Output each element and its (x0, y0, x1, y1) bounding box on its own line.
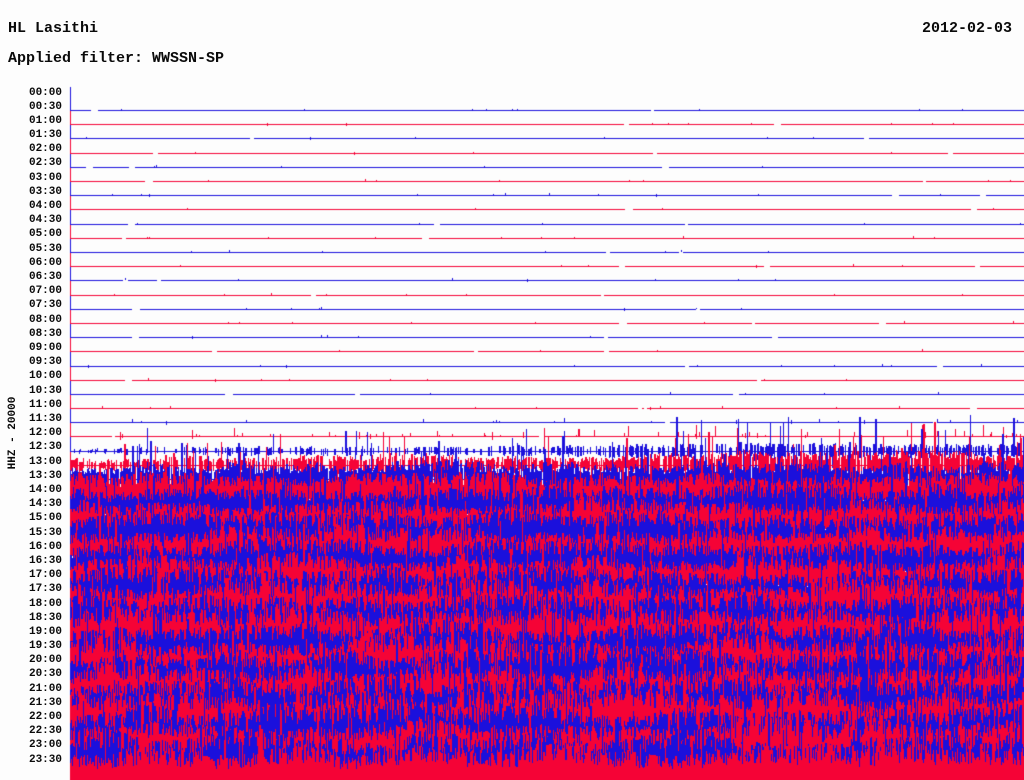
time-label: 16:00 (28, 540, 62, 553)
station-title: HL Lasithi (8, 20, 99, 37)
time-label: 13:00 (28, 455, 62, 468)
time-label: 01:00 (28, 114, 62, 127)
time-label: 15:00 (28, 512, 62, 525)
time-label: 14:00 (28, 483, 62, 496)
time-label: 03:00 (28, 171, 62, 184)
time-label: 23:30 (28, 753, 62, 766)
time-label: 01:30 (28, 129, 62, 142)
time-label: 17:30 (28, 583, 62, 596)
time-label: 09:00 (28, 342, 62, 354)
time-label: 09:30 (28, 356, 62, 369)
filter-label: Applied filter: WWSSN-SP (8, 50, 225, 67)
time-label: 19:30 (28, 640, 62, 653)
time-label: 02:30 (28, 157, 62, 170)
time-label: 08:00 (28, 313, 62, 326)
time-label: 17:00 (28, 569, 62, 582)
time-label: 20:00 (28, 654, 62, 667)
time-label: 13:30 (28, 469, 62, 482)
time-label: 07:30 (28, 299, 62, 312)
time-label: 06:30 (28, 271, 62, 284)
time-label: 18:00 (28, 597, 62, 610)
time-label: 10:00 (28, 370, 62, 383)
time-label: 04:30 (28, 214, 62, 227)
time-label: 03:30 (28, 185, 62, 198)
time-label: 11:30 (28, 412, 62, 425)
time-label: 21:00 (28, 682, 62, 695)
time-label: 21:30 (28, 696, 62, 709)
time-label: 02:00 (28, 143, 62, 156)
time-label: 05:30 (28, 242, 62, 255)
helicorder-page: HL Lasithi 2012-02-03 Applied filter: WW… (0, 0, 1024, 780)
time-label: 16:30 (28, 554, 62, 567)
time-label: 19:00 (28, 625, 62, 638)
time-label: 05:00 (28, 228, 62, 241)
time-label: 14:30 (28, 498, 62, 511)
date-label: 2012-02-03 (921, 20, 1012, 37)
time-label: 11:00 (28, 398, 62, 411)
time-label: 12:00 (28, 427, 62, 440)
time-label: 15:30 (28, 526, 62, 539)
time-label: 08:30 (28, 327, 62, 340)
time-label: 20:30 (28, 668, 62, 681)
time-label: 22:00 (28, 711, 62, 724)
time-label: 04:00 (28, 200, 62, 213)
time-label: 22:30 (28, 725, 62, 738)
time-label: 18:30 (28, 611, 62, 624)
time-label: 00:00 (28, 86, 62, 99)
time-label: 07:00 (28, 285, 62, 298)
time-label: 00:30 (28, 100, 62, 113)
time-label: 23:00 (28, 739, 62, 752)
time-label: 12:30 (28, 441, 62, 454)
time-label: 06:00 (28, 256, 62, 269)
time-label: 10:30 (28, 384, 62, 397)
seismogram-canvas (0, 0, 1024, 780)
